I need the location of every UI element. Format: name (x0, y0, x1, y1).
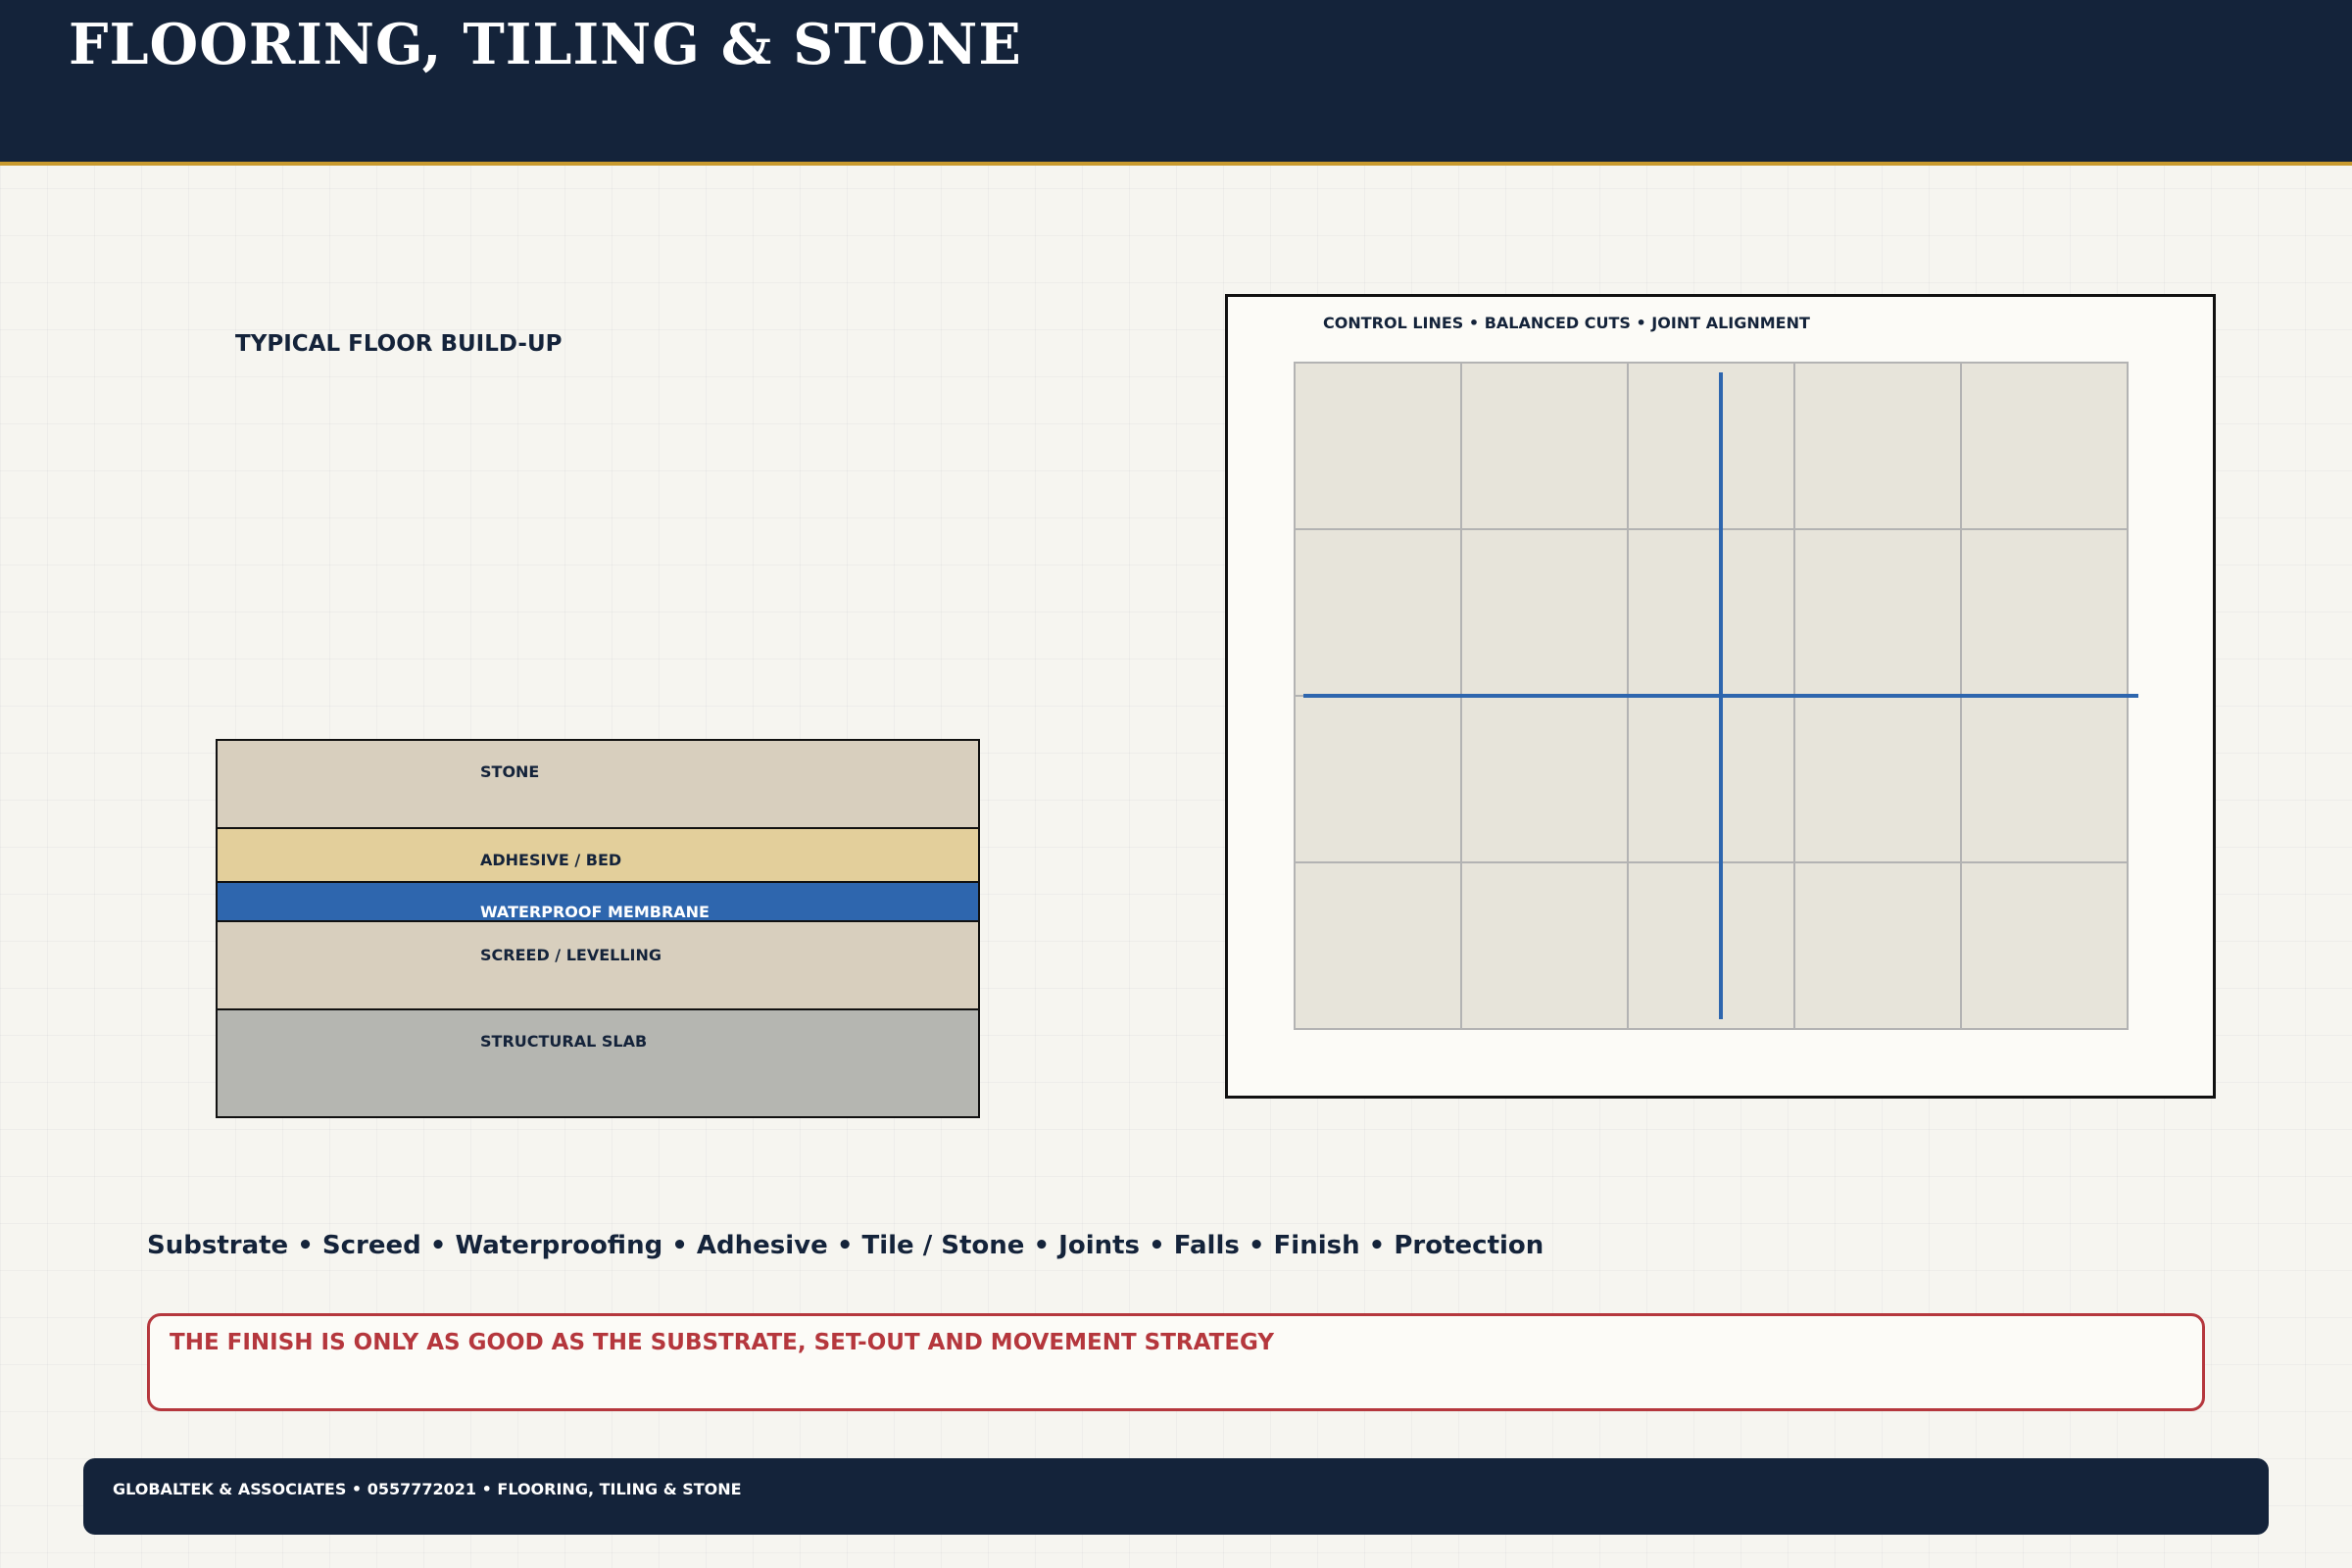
layer-stone: STONE (218, 741, 978, 829)
process-tagline: Substrate • Screed • Waterproofing • Adh… (147, 1231, 1544, 1260)
tile-r0-c1 (1460, 362, 1629, 530)
layer-stone-label: STONE (480, 762, 540, 781)
tile-r3-c4 (1960, 861, 2129, 1030)
layer-screed-label: SCREED / LEVELLING (480, 946, 662, 964)
tile-r0-c2 (1627, 362, 1795, 530)
tile-r1-c0 (1294, 528, 1462, 697)
tile-r1-c3 (1793, 528, 1962, 697)
layer-adhesive-label: ADHESIVE / BED (480, 851, 622, 869)
header-bar: FLOORING, TILING & STONE (0, 0, 2352, 166)
tile-setout-grid (1294, 362, 2138, 1030)
buildup-title: TYPICAL FLOOR BUILD-UP (235, 331, 563, 357)
tile-r2-c2 (1627, 695, 1795, 863)
tile-r2-c3 (1793, 695, 1962, 863)
page-title: FLOORING, TILING & STONE (69, 12, 1022, 77)
floor-buildup-diagram: STONE ADHESIVE / BED WATERPROOF MEMBRANE… (216, 739, 980, 1118)
layer-slab-label: STRUCTURAL SLAB (480, 1032, 648, 1051)
layer-screed: SCREED / LEVELLING (218, 922, 978, 1010)
tile-r3-c3 (1793, 861, 1962, 1030)
footer-bar: GLOBALTEK & ASSOCIATES • 0557772021 • FL… (83, 1458, 2269, 1535)
tile-r1-c1 (1460, 528, 1629, 697)
tile-r2-c4 (1960, 695, 2129, 863)
tile-r2-c0 (1294, 695, 1462, 863)
layer-membrane-label: WATERPROOF MEMBRANE (480, 903, 710, 921)
setout-title: CONTROL LINES • BALANCED CUTS • JOINT AL… (1323, 314, 1810, 332)
warning-callout: THE FINISH IS ONLY AS GOOD AS THE SUBSTR… (147, 1313, 2205, 1411)
layer-adhesive: ADHESIVE / BED (218, 829, 978, 883)
tile-r0-c0 (1294, 362, 1462, 530)
warning-text: THE FINISH IS ONLY AS GOOD AS THE SUBSTR… (170, 1330, 1275, 1355)
tile-r3-c1 (1460, 861, 1629, 1030)
footer-text: GLOBALTEK & ASSOCIATES • 0557772021 • FL… (113, 1480, 742, 1498)
tile-r3-c2 (1627, 861, 1795, 1030)
tile-r2-c1 (1460, 695, 1629, 863)
tile-r0-c3 (1793, 362, 1962, 530)
layer-membrane: WATERPROOF MEMBRANE (218, 883, 978, 922)
tile-r0-c4 (1960, 362, 2129, 530)
tile-r3-c0 (1294, 861, 1462, 1030)
tile-r1-c4 (1960, 528, 2129, 697)
tile-r1-c2 (1627, 528, 1795, 697)
layer-slab: STRUCTURAL SLAB (218, 1010, 978, 1116)
